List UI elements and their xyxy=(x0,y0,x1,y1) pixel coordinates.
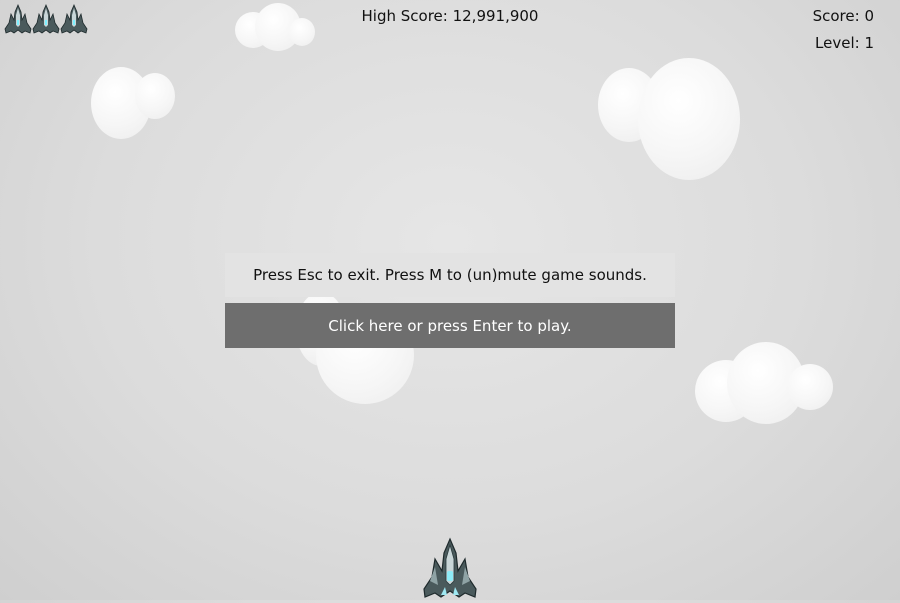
instructions-text: Press Esc to exit. Press M to (un)mute g… xyxy=(253,266,647,284)
play-button[interactable]: Click here or press Enter to play. xyxy=(225,303,675,348)
play-button-label: Click here or press Enter to play. xyxy=(328,316,572,335)
instructions-banner: Press Esc to exit. Press M to (un)mute g… xyxy=(225,253,675,297)
high-score: High Score: 12,991,900 xyxy=(361,7,539,25)
cloud xyxy=(695,342,835,424)
cloud xyxy=(91,67,177,139)
level: Level: 1 xyxy=(815,34,874,52)
cloud xyxy=(598,58,742,180)
player-ship-icon xyxy=(421,537,479,599)
score: Score: 0 xyxy=(812,7,874,25)
